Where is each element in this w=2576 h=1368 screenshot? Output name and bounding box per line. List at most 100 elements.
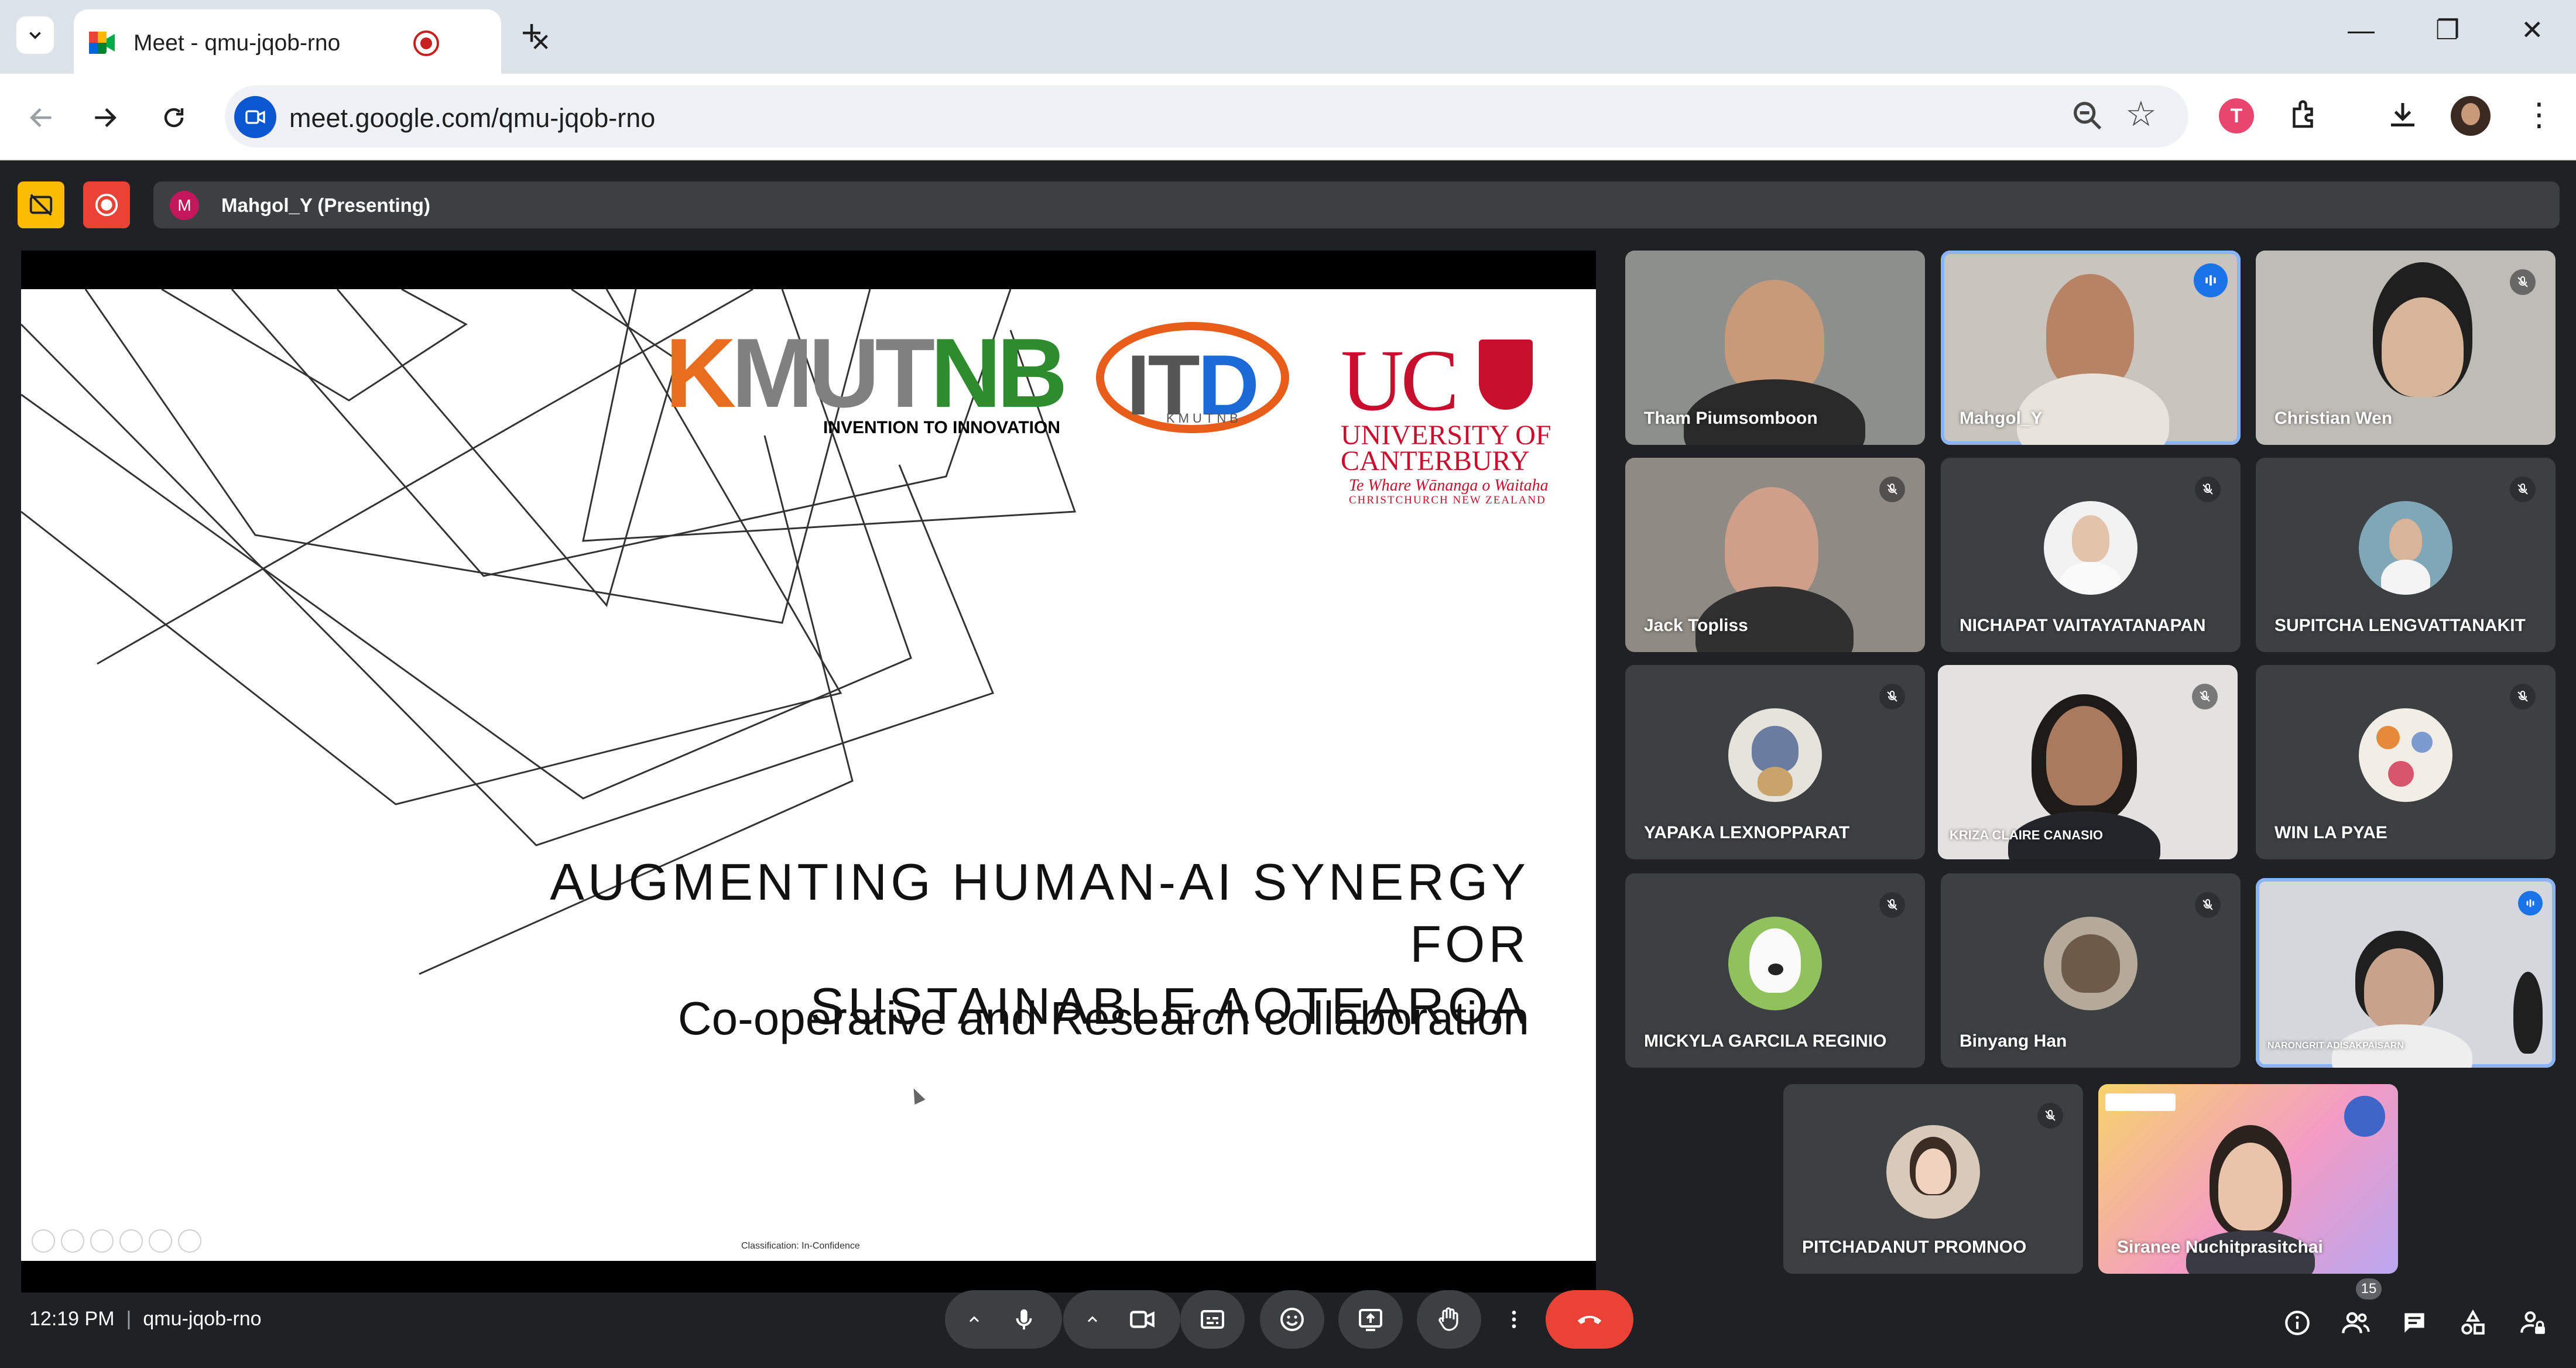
participant-tile[interactable]: NICHAPAT VAITAYATANAPAN — [1941, 458, 2241, 652]
reactions-button[interactable] — [1260, 1290, 1324, 1349]
extension-t-icon[interactable]: T — [2219, 98, 2254, 133]
meeting-code: qmu-jqob-rno — [143, 1308, 262, 1330]
participant-name: WIN LA PYAE — [2274, 823, 2387, 842]
mic-off-icon — [2195, 476, 2221, 502]
leave-call-button[interactable] — [1546, 1290, 1633, 1349]
participant-tile[interactable]: Christian Wen — [2256, 251, 2556, 445]
slide-more-icon[interactable] — [178, 1229, 201, 1253]
shared-screen[interactable]: KMUTNB INVENTION TO INNOVATION ITD KMUTN… — [21, 251, 1596, 1292]
activities-button[interactable] — [2455, 1305, 2491, 1340]
participant-avatar — [1728, 917, 1822, 1010]
chat-button[interactable] — [2397, 1305, 2432, 1340]
present-screen-button[interactable] — [1338, 1290, 1403, 1349]
info-icon — [2285, 1311, 2310, 1335]
slide-pen-icon[interactable] — [90, 1229, 114, 1253]
restore-window-button[interactable]: ❐ — [2435, 14, 2459, 46]
emoji-icon — [1280, 1308, 1304, 1331]
reload-button[interactable] — [153, 97, 194, 138]
minimize-window-button[interactable]: — — [2348, 14, 2375, 46]
participant-name: KRIZA CLAIRE CANASIO — [1950, 828, 2103, 842]
presenting-pill[interactable]: M Mahgol_Y (Presenting) — [153, 181, 2560, 228]
profile-avatar[interactable] — [2451, 96, 2491, 136]
tab-search-button[interactable] — [16, 16, 54, 54]
participant-tile[interactable]: Siranee Nuchitprasitchai — [2098, 1084, 2398, 1274]
meeting-time: 12:19 PM — [29, 1308, 115, 1330]
recording-button[interactable] — [83, 181, 130, 228]
participant-avatar — [2359, 708, 2452, 802]
participant-tile[interactable]: Binyang Han — [1941, 873, 2241, 1068]
people-icon — [2342, 1312, 2370, 1333]
mic-off-icon — [2510, 269, 2536, 295]
mic-off-icon — [2510, 684, 2536, 709]
camera-icon — [245, 110, 265, 124]
meeting-details-button[interactable] — [2280, 1305, 2315, 1340]
mic-off-icon — [2510, 476, 2536, 502]
browser-toolbar: meet.google.com/qmu-jqob-rno ☆ T ⋮ — [0, 74, 2576, 160]
participant-name: Mahgol_Y — [1960, 409, 2043, 428]
participant-tile[interactable]: PITCHADANUT PROMNOO — [1783, 1084, 2083, 1274]
forward-button[interactable] — [84, 97, 125, 138]
back-button[interactable] — [21, 97, 62, 138]
participant-name: NICHAPAT VAITAYATANAPAN — [1960, 616, 2206, 635]
zoom-icon[interactable] — [2069, 97, 2106, 135]
camera-control — [1063, 1290, 1180, 1349]
more-options-button[interactable] — [1496, 1290, 1532, 1349]
participant-tile[interactable]: Jack Topliss — [1625, 458, 1925, 652]
presenter-avatar: M — [170, 191, 199, 220]
camera-button[interactable] — [1113, 1290, 1171, 1349]
audio-settings-button[interactable] — [954, 1290, 995, 1349]
participant-tile[interactable]: Mahgol_Y — [1941, 251, 2241, 445]
mic-off-icon — [2192, 684, 2218, 709]
participant-tile[interactable]: SUPITCHA LENGVATTANAKIT — [2256, 458, 2556, 652]
chat-icon — [2404, 1313, 2424, 1333]
address-bar[interactable]: meet.google.com/qmu-jqob-rno ☆ — [225, 85, 2188, 148]
hang-up-icon — [1577, 1315, 1602, 1324]
slide-next-icon[interactable] — [61, 1229, 84, 1253]
host-controls-button[interactable] — [2515, 1305, 2550, 1340]
url-text: meet.google.com/qmu-jqob-rno — [289, 103, 656, 133]
kmutnb-tagline: INVENTION TO INNOVATION — [823, 418, 1061, 437]
participant-tile[interactable]: WIN LA PYAE — [2256, 665, 2556, 859]
close-window-button[interactable]: ✕ — [2521, 14, 2544, 46]
slide-zoom-icon[interactable] — [149, 1229, 172, 1253]
microphone-icon — [1016, 1309, 1032, 1330]
raise-hand-button[interactable] — [1417, 1290, 1481, 1349]
more-vertical-icon — [1512, 1311, 1516, 1328]
slide-prev-icon[interactable] — [32, 1229, 55, 1253]
participant-name: Christian Wen — [2274, 409, 2393, 428]
chevron-down-icon — [29, 32, 41, 39]
participant-tile[interactable]: NARONGRIT ADISAKPAISARN — [2256, 878, 2556, 1068]
extensions-puzzle-icon[interactable] — [2287, 97, 2322, 135]
presenter-label: Mahgol_Y (Presenting) — [221, 194, 430, 216]
mic-off-icon — [2195, 892, 2221, 918]
captions-button[interactable] — [1180, 1290, 1245, 1349]
speaking-indicator-icon — [2194, 263, 2228, 297]
captions-off-button[interactable] — [18, 181, 64, 228]
participant-name: Siranee Nuchitprasitchai — [2117, 1237, 2323, 1257]
browser-tab-meet[interactable]: Meet - qmu-jqob-rno ✕ — [74, 9, 551, 74]
recording-indicator-icon — [413, 30, 439, 56]
people-button[interactable] — [2338, 1305, 2373, 1340]
back-arrow-icon — [30, 108, 52, 128]
slide-view-icon[interactable] — [119, 1229, 143, 1253]
new-tab-button[interactable]: + — [521, 15, 542, 52]
participant-tile[interactable]: Tham Piumsomboon — [1625, 251, 1925, 445]
downloads-icon[interactable] — [2385, 97, 2420, 135]
participant-tile[interactable]: KRIZA CLAIRE CANASIO — [1938, 665, 2238, 859]
participant-name: YAPAKA LEXNOPPARAT — [1644, 823, 1850, 842]
slide-toolbar — [32, 1229, 201, 1253]
participant-name: Tham Piumsomboon — [1644, 409, 1818, 428]
browser-menu-icon[interactable]: ⋮ — [2523, 96, 2555, 133]
bookmark-star-icon[interactable]: ☆ — [2125, 94, 2157, 135]
video-settings-button[interactable] — [1072, 1290, 1113, 1349]
uc-crest-icon — [1479, 340, 1533, 410]
participant-name: Binyang Han — [1960, 1031, 2067, 1051]
microphone-button[interactable] — [995, 1290, 1053, 1349]
participant-tile[interactable]: YAPAKA LEXNOPPARAT — [1625, 665, 1925, 859]
slide-classification: Classification: In-Confidence — [741, 1241, 860, 1251]
browser-tab-bar: Meet - qmu-jqob-rno ✕ + — ❐ ✕ — [0, 0, 2576, 74]
people-count-badge: 15 — [2356, 1278, 2382, 1300]
participant-tile[interactable]: MICKYLA GARCILA REGINIO — [1625, 873, 1925, 1068]
site-info-button[interactable] — [234, 96, 276, 138]
participant-avatar — [2044, 501, 2137, 595]
